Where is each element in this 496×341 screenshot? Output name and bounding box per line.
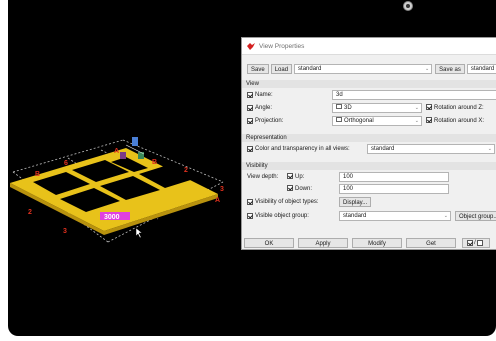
axis-label-b-top: B [152,159,157,166]
view-depth-up-row: View depth: Up: 100 [247,171,496,182]
rotation-z-checkbox[interactable] [426,104,432,110]
toggle-checked-icon [467,240,474,246]
down-checkbox[interactable] [287,185,293,191]
save-as-name-value: standard [470,65,495,72]
preset-select-value: standard [298,65,322,72]
save-button[interactable]: Save [247,63,269,74]
angle-checkbox[interactable] [247,104,253,111]
get-button[interactable]: Get [406,238,456,248]
axis-label-a-top: A [114,148,119,155]
projection-label: Projection: [255,117,284,124]
save-as-button[interactable]: Save as [435,63,465,74]
cube-icon [336,117,342,123]
ok-button[interactable]: OK [244,238,294,248]
3d-viewport[interactable]: 3000 6 B A B 2 3 A 2 3 View Properties S… [8,0,496,336]
name-label: Name: [255,91,273,98]
chevron-down-icon: ⌄ [414,104,419,111]
angle-value: 3D [344,104,352,111]
up-input[interactable]: 100 [339,171,449,182]
color-checkbox[interactable] [247,145,253,152]
modify-button[interactable]: Modify [352,238,402,248]
axis-label-3-left: 3 [63,228,67,235]
object-group-checkbox[interactable] [247,212,253,219]
down-input[interactable]: 100 [339,183,449,194]
projection-checkbox[interactable] [247,117,253,124]
angle-select[interactable]: 3D ⌄ [332,102,422,113]
object-group-select[interactable]: standard ⌄ [339,210,451,221]
axis-label-6: 6 [64,160,68,167]
representation-section-header: Representation [242,134,496,142]
color-label: Color and transparency in all views: [255,145,350,152]
rotation-x-label: Rotation around X: [434,117,485,124]
object-group-button[interactable]: Object group... [455,210,496,221]
axis-label-3-right: 3 [220,186,224,193]
projection-select[interactable]: Orthogonal ⌄ [332,115,422,126]
down-value: 100 [343,185,354,192]
save-as-name-input[interactable]: standard [466,63,496,74]
preset-select[interactable]: standard ⌄ [294,63,433,74]
dialog-title: View Properties [259,42,305,50]
object-types-row: Visibility of object types: Display... [247,196,496,207]
chevron-down-icon: ⌄ [424,65,430,72]
rotation-x-checkbox[interactable] [426,117,432,123]
up-value: 100 [343,173,354,180]
angle-row: Angle: 3D ⌄ Rotation around Z: [247,102,496,113]
object-group-value: standard [343,212,367,219]
projection-row: Projection: Orthogonal ⌄ Rotation around… [247,115,496,126]
view-depth-label: View depth: [247,173,279,180]
dimension-label: 3000 [104,214,120,221]
select-toggle[interactable]: / [462,238,490,248]
angle-label: Angle: [255,104,273,111]
visibility-section-header: Visibility [242,162,496,170]
axis-label-2-right: 2 [184,167,188,174]
name-checkbox[interactable] [247,91,253,98]
object-group-label: Visible object group: [255,212,309,219]
view-properties-dialog[interactable]: View Properties Save Load standard ⌄ Sav… [241,37,496,250]
dialog-titlebar[interactable]: View Properties [242,38,496,55]
beam-grid [10,148,218,235]
display-button[interactable]: Display... [339,196,372,207]
cube-icon [336,104,342,110]
color-row: Color and transparency in all views: sta… [247,143,496,154]
name-input[interactable]: 3d [332,89,496,100]
rotation-z-label: Rotation around Z: [434,104,484,111]
axis-label-2-left: 2 [28,209,32,216]
object-types-checkbox[interactable] [247,198,253,205]
up-checkbox[interactable] [287,173,293,179]
toggle-separator: / [474,240,476,246]
chevron-down-icon: ⌄ [443,212,448,219]
object-group-row: Visible object group: standard ⌄ Object … [247,210,496,221]
chevron-down-icon: ⌄ [414,117,419,124]
axis-label-b-left: B [35,171,40,178]
color-select[interactable]: standard ⌄ [367,143,495,154]
chevron-down-icon: ⌄ [487,145,492,152]
preset-toolbar: Save Load standard ⌄ Save as standard [247,63,496,74]
up-label: Up: [295,173,305,180]
name-value: 3d [336,91,343,98]
apply-button[interactable]: Apply [298,238,348,248]
name-row: Name: 3d [247,89,496,100]
load-button[interactable]: Load [270,63,293,74]
axis-label-a-right: A [215,197,220,204]
color-value: standard [371,145,395,152]
mouse-cursor-icon [135,227,143,239]
view-depth-down-row: Down: 100 [247,183,496,194]
projection-value: Orthogonal [344,117,374,124]
view-section-header: View [242,80,496,88]
object-types-label: Visibility of object types: [255,198,319,205]
toggle-unchecked-icon [476,240,483,246]
app-icon [247,42,255,50]
down-label: Down: [295,185,313,192]
